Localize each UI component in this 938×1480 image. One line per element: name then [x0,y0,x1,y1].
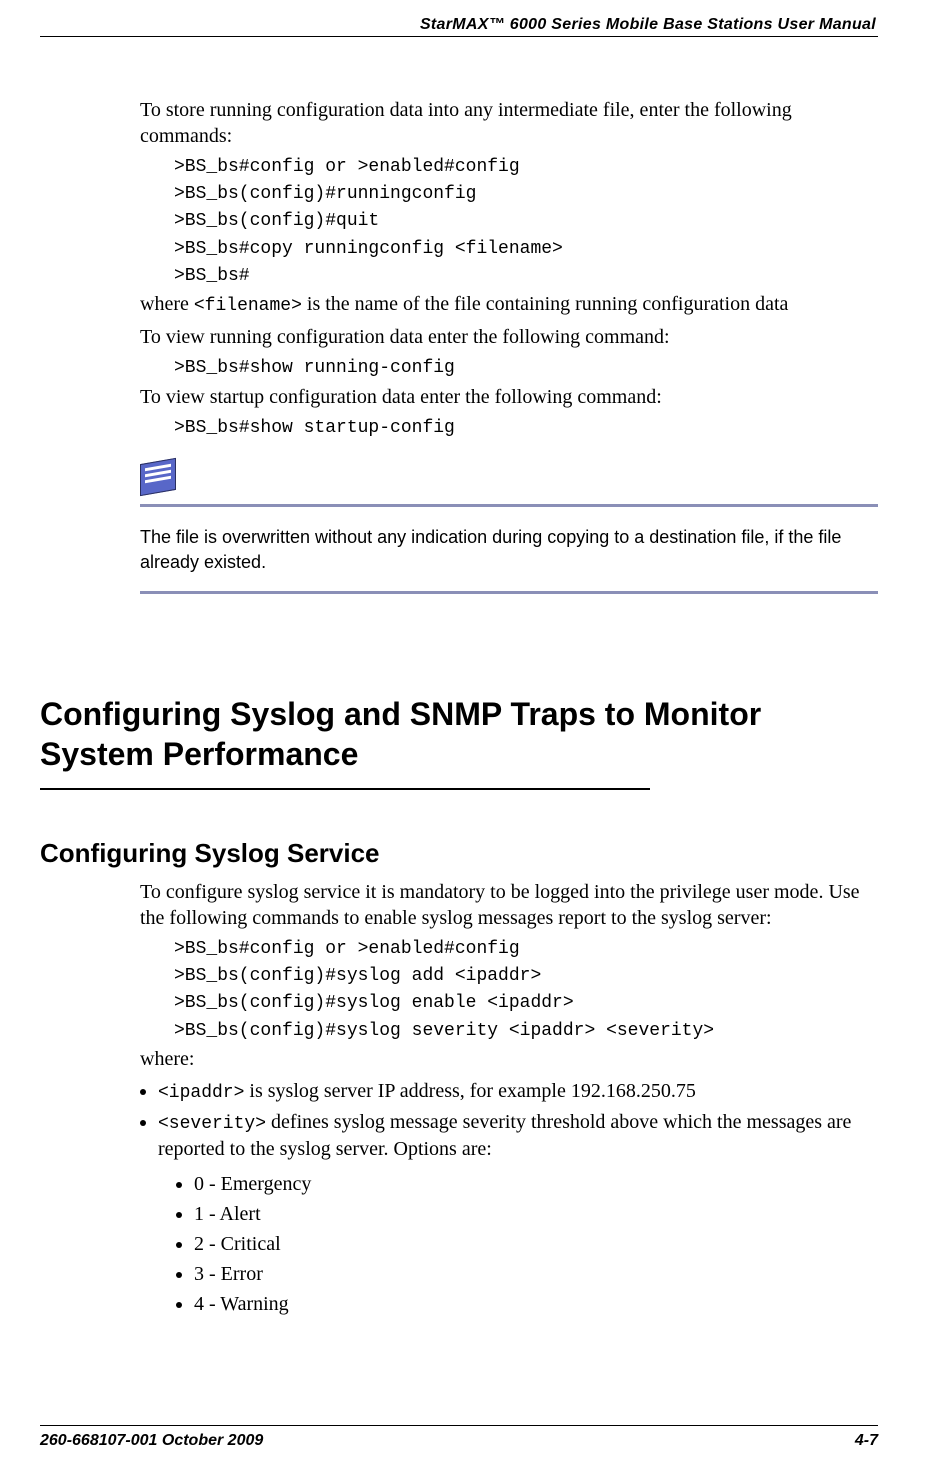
page-footer: 260-668107-001 October 2009 4-7 [40,1425,878,1450]
command-line: >BS_bs#copy runningconfig <filename> [174,237,878,262]
code-ipaddr: <ipaddr> [158,1083,244,1103]
command-line: >BS_bs#show running-config [174,356,878,381]
list-item: 0 - Emergency [194,1169,878,1199]
intro-paragraph-3: To view startup configuration data enter… [140,384,878,410]
syslog-intro: To configure syslog service it is mandat… [140,879,878,931]
list-item: 4 - Warning [194,1289,878,1319]
where-list: <ipaddr> is syslog server IP address, fo… [140,1078,878,1320]
command-line: >BS_bs#show startup-config [174,416,878,441]
code-severity: <severity> [158,1114,266,1134]
subsection-heading: Configuring Syslog Service [40,838,878,869]
footer-page-number: 4-7 [855,1432,878,1450]
command-line: >BS_bs# [174,264,878,289]
command-line: >BS_bs(config)#quit [174,209,878,234]
footer-docid: 260-668107-001 October 2009 [40,1432,263,1450]
list-item: 1 - Alert [194,1199,878,1229]
note-icon [140,458,176,496]
header-rule [40,36,878,37]
footer-rule [40,1425,878,1426]
intro-paragraph-2: To view running configuration data enter… [140,324,878,350]
command-line: >BS_bs(config)#runningconfig [174,182,878,207]
where-line: where <filename> is the name of the file… [140,291,878,318]
intro-paragraph-1: To store running configuration data into… [140,97,878,149]
command-line: >BS_bs(config)#syslog add <ipaddr> [174,964,878,989]
command-line: >BS_bs#config or >enabled#config [174,155,878,180]
command-line: >BS_bs#config or >enabled#config [174,937,878,962]
note-text: The file is overwritten without any indi… [140,525,878,575]
list-item: <ipaddr> is syslog server IP address, fo… [158,1078,878,1105]
command-line: >BS_bs(config)#syslog severity <ipaddr> … [174,1019,878,1044]
list-item: 2 - Critical [194,1229,878,1259]
list-text: is syslog server IP address, for example… [244,1080,695,1102]
note-bottom-rule [140,591,878,594]
where-suffix: is the name of the file containing runni… [302,293,789,315]
running-header: StarMAX™ 6000 Series Mobile Base Station… [40,16,878,34]
note-callout: The file is overwritten without any indi… [140,461,878,594]
where-code: <filename> [194,296,302,316]
list-item: 3 - Error [194,1259,878,1289]
where-prefix: where [140,293,194,315]
section-heading: Configuring Syslog and SNMP Traps to Mon… [40,694,878,774]
note-top-rule [140,504,878,507]
where-label: where: [140,1046,878,1072]
list-item: <severity> defines syslog message severi… [158,1109,878,1319]
section-underline [40,788,650,790]
command-line: >BS_bs(config)#syslog enable <ipaddr> [174,991,878,1016]
severity-list: 0 - Emergency 1 - Alert 2 - Critical 3 -… [176,1169,878,1319]
